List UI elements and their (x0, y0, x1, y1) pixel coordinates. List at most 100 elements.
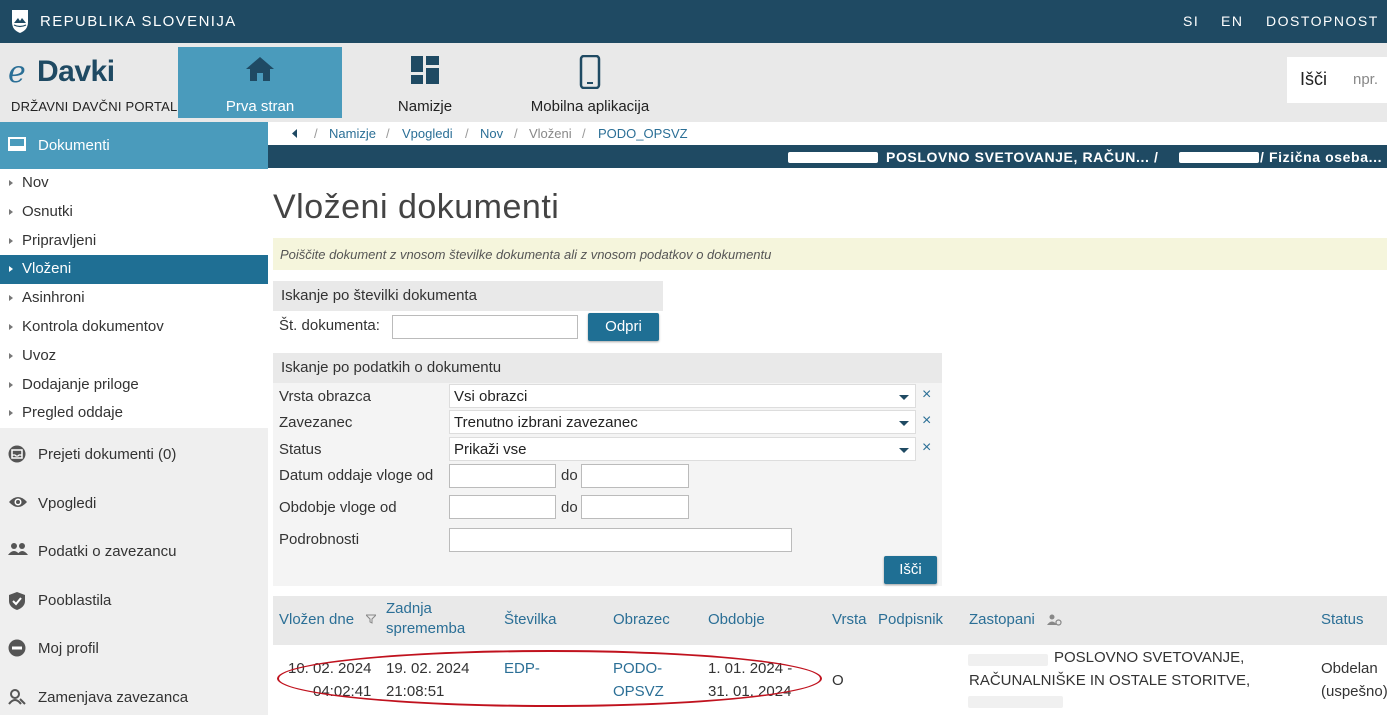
sidebar-section-label: Pooblastila (38, 592, 112, 609)
sidebar-item-label: Asinhroni (22, 289, 85, 307)
breadcrumb-vpogledi[interactable]: Vpogledi (402, 126, 453, 141)
sidebar-item-pripravljeni[interactable]: Pripravljeni (0, 227, 268, 256)
select-value: Prikaži vse (454, 441, 527, 458)
obdobje-do-input[interactable] (581, 495, 689, 519)
podrobnosti-label: Podrobnosti (279, 531, 360, 548)
redacted-text (968, 696, 1063, 708)
sidebar-section-label: Moj profil (38, 640, 99, 657)
sidebar-section-label: Podatki o zavezancu (38, 543, 177, 560)
tab-prva-stran-label: Prva stran (225, 98, 295, 115)
logo-e: e (8, 55, 26, 90)
datum-od-input[interactable] (449, 464, 556, 488)
clear-status-icon[interactable]: × (922, 439, 931, 457)
coat-of-arms-icon (12, 10, 28, 33)
search-label: Išči (1300, 69, 1327, 89)
sidebar-section-podatki-o-zavezancu[interactable]: Podatki o zavezancu (0, 527, 268, 575)
sidebar-item-label: Pregled oddaje (22, 404, 123, 422)
sidebar: Dokumenti Nov Osnutki Pripravljeni Vlože… (0, 122, 268, 715)
sidebar-section-pooblastila[interactable]: Pooblastila (0, 576, 268, 624)
column-status[interactable]: Status (1321, 610, 1364, 630)
breadcrumb-namizje[interactable]: Namizje (329, 126, 376, 141)
sidebar-item-nov[interactable]: Nov (0, 169, 268, 198)
tab-mobilna-aplikacija-label: Mobilna aplikacija (530, 98, 650, 115)
breadcrumb-nov[interactable]: Nov (480, 126, 503, 141)
people-icon (8, 543, 28, 555)
language-en-link[interactable]: EN (1221, 13, 1243, 29)
eye-icon (9, 497, 27, 507)
user-settings-icon[interactable] (1047, 614, 1062, 626)
podrobnosti-input[interactable] (449, 528, 792, 552)
caret-right-icon (9, 352, 13, 359)
status-select[interactable]: Prikaži vse (449, 437, 916, 461)
breadcrumb-vlozeni[interactable]: Vloženi (529, 126, 572, 141)
column-zadnja-sprememba[interactable]: Zadnja sprememba (386, 599, 476, 639)
inbox-icon (8, 445, 26, 463)
tab-mobilna-aplikacija[interactable]: Mobilna aplikacija (520, 47, 660, 118)
site-search[interactable]: Išči npr. (1287, 57, 1387, 103)
sidebar-header-dokumenti[interactable]: Dokumenti (0, 122, 268, 169)
document-number-input[interactable] (392, 315, 578, 339)
search-input[interactable]: npr. (1353, 71, 1378, 88)
breadcrumb: / Namizje / Vpogledi / Nov / Vloženi / P… (268, 122, 1387, 145)
dashboard-icon (411, 56, 439, 84)
panel-heading-text: Iskanje po podatkih o dokumentu (281, 359, 502, 376)
language-si-link[interactable]: SI (1183, 13, 1199, 29)
logo-subtitle: DRŽAVNI DAVČNI PORTAL (11, 99, 178, 114)
tab-namizje[interactable]: Namizje (365, 47, 485, 118)
sidebar-item-label: Nov (22, 174, 49, 191)
sidebar-section-moj-profil[interactable]: Moj profil (0, 624, 268, 672)
sidebar-item-vlozeni[interactable]: Vloženi (0, 255, 268, 285)
column-obdobje[interactable]: Obdobje (708, 610, 765, 630)
caret-right-icon (9, 266, 13, 273)
back-arrow-icon[interactable] (292, 129, 298, 138)
clear-zavezanec-icon[interactable]: × (922, 412, 931, 430)
select-value: Trenutno izbrani zavezanec (454, 414, 638, 431)
breadcrumb-current: PODO_OPSVZ (598, 126, 688, 141)
zavezanec-select[interactable]: Trenutno izbrani zavezanec (449, 410, 916, 434)
sidebar-item-pregled-oddaje[interactable]: Pregled oddaje (0, 399, 268, 428)
sidebar-section-prejeti[interactable]: Prejeti dokumenti (0) (0, 430, 268, 478)
home-icon (246, 57, 274, 81)
breadcrumb-separator: / (514, 126, 518, 141)
column-obrazec[interactable]: Obrazec (613, 610, 670, 630)
sidebar-section-zamenjava-zavezanca[interactable]: Zamenjava zavezanca (0, 673, 268, 715)
clear-vrsta-icon[interactable]: × (922, 386, 931, 404)
sidebar-document-list: Nov Osnutki Pripravljeni Vloženi Asinhro… (0, 169, 268, 429)
sidebar-section-vpogledi[interactable]: Vpogledi (0, 479, 268, 527)
open-button[interactable]: Odpri (588, 313, 659, 341)
caret-right-icon (9, 295, 13, 302)
accessibility-menu[interactable]: DOSTOPNOST (1266, 13, 1379, 29)
redacted-text (968, 654, 1048, 666)
breadcrumb-separator: / (314, 126, 318, 141)
edavki-logo[interactable]: e Davki DRŽAVNI DAVČNI PORTAL (8, 53, 178, 118)
column-zastopani[interactable]: Zastopani (969, 610, 1035, 630)
header: e Davki DRŽAVNI DAVČNI PORTAL Prva stran… (0, 43, 1387, 122)
obdobje-od-input[interactable] (449, 495, 556, 519)
sidebar-item-uvoz[interactable]: Uvoz (0, 342, 268, 371)
sidebar-section-label: Vpogledi (38, 495, 97, 512)
sidebar-item-dodajanje-priloge[interactable]: Dodajanje priloge (0, 371, 268, 400)
filter-icon[interactable] (366, 614, 376, 624)
sidebar-item-osnutki[interactable]: Osnutki (0, 198, 268, 227)
column-vlozen-dne[interactable]: Vložen dne (279, 610, 354, 630)
minus-circle-icon (8, 639, 26, 657)
datum-do-input[interactable] (581, 464, 689, 488)
panel-heading-text: Iskanje po številki dokumenta (281, 287, 477, 304)
mobile-icon (579, 55, 601, 89)
sidebar-item-label: Vloženi (22, 260, 72, 278)
column-vrsta[interactable]: Vrsta (832, 610, 866, 630)
search-button[interactable]: Išči (884, 556, 937, 584)
government-name: REPUBLIKA SLOVENIJA (40, 13, 237, 30)
sidebar-item-kontrola-dokumentov[interactable]: Kontrola dokumentov (0, 313, 268, 342)
datum-oddaje-label: Datum oddaje vloge od (279, 467, 434, 484)
datum-do-label: do (561, 467, 578, 484)
top-bar: REPUBLIKA SLOVENIJA SI EN DOSTOPNOST (0, 0, 1387, 43)
caret-right-icon (9, 410, 13, 417)
chevron-down-icon (899, 395, 909, 400)
sidebar-section-label: Zamenjava zavezanca (38, 689, 189, 706)
vrsta-obrazca-select[interactable]: Vsi obrazci (449, 384, 916, 408)
sidebar-item-asinhroni[interactable]: Asinhroni (0, 284, 268, 313)
column-stevilka[interactable]: Številka (504, 610, 557, 630)
column-podpisnik[interactable]: Podpisnik (878, 610, 943, 630)
tab-prva-stran[interactable]: Prva stran (178, 47, 342, 118)
